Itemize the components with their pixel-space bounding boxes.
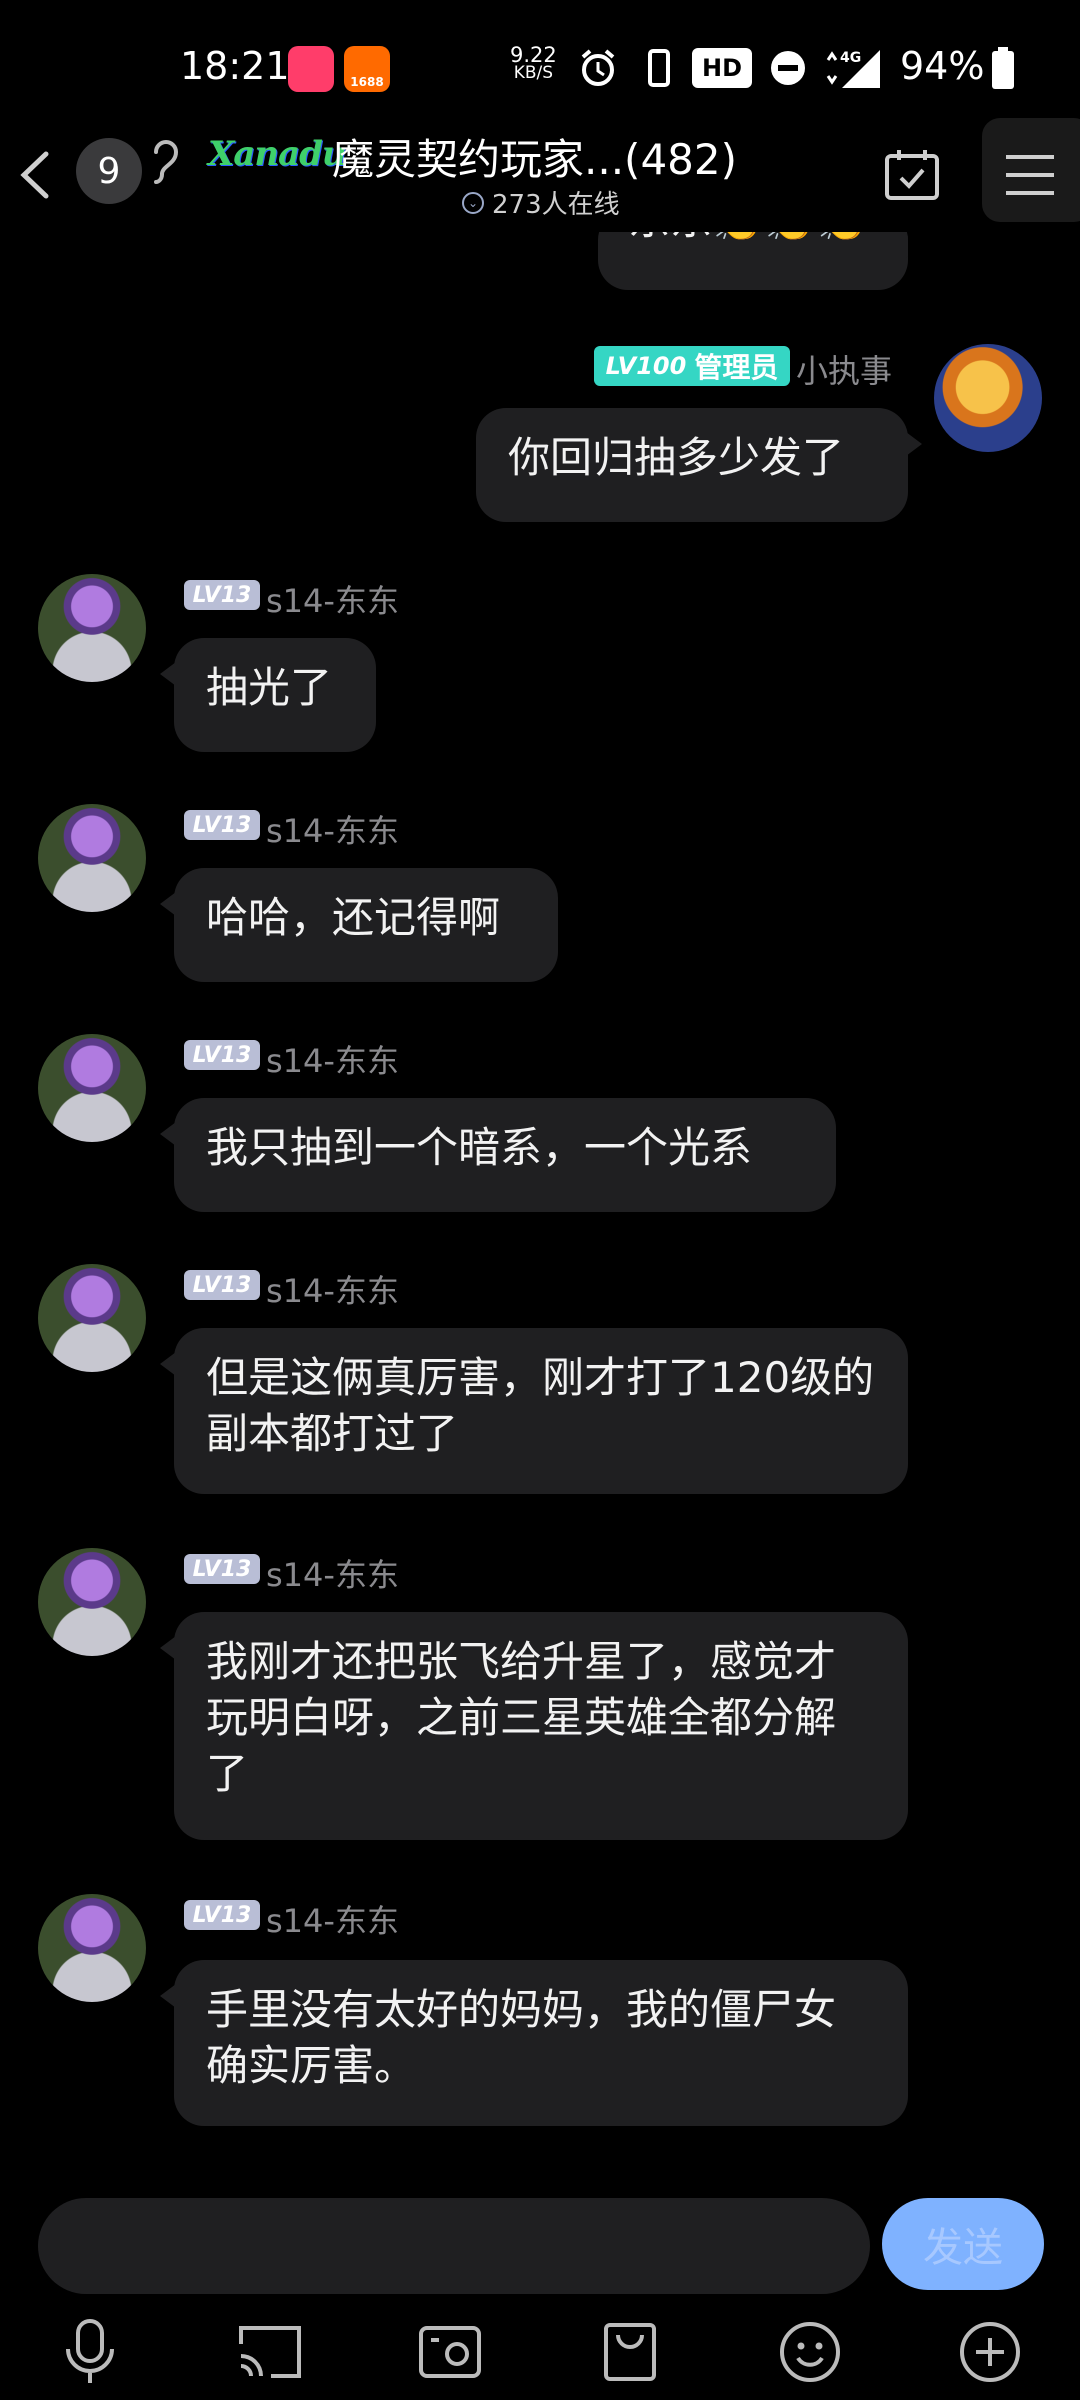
online-count[interactable]: ⌄ 273人在线 [462,184,620,221]
sender-nickname[interactable]: s14-东东 [266,1266,399,1312]
group-title[interactable]: 魔灵契约玩家...(482) [332,126,737,187]
message-bubble[interactable]: 抽光了 [160,638,376,752]
sender-nickname[interactable]: s14-东东 [266,576,399,622]
battery-icon [988,44,1018,92]
message-text: 但是这俩真厉害，刚才打了120级的副本都打过了 [206,1353,875,1458]
level-badge: LV13 [184,1900,260,1930]
menu-button[interactable] [990,140,1070,210]
message-bubble[interactable]: 我刚才还把张飞给升星了，感觉才玩明白呀，之前三星英雄全都分解了 [160,1612,908,1840]
hd-voice-icon: HD [692,48,752,88]
sender-nickname[interactable]: s14-东东 [266,1896,399,1942]
message-text: 东东👏👏👏 [628,210,869,244]
sender-nickname[interactable]: s14-东东 [266,1550,399,1596]
send-button[interactable]: 发送 [882,2198,1044,2290]
photo-icon[interactable] [412,2314,488,2390]
sender-nickname[interactable]: 小执事 [796,346,892,392]
message-text: 哈哈，还记得啊 [206,893,501,942]
level-badge: LV13 [184,1554,260,1584]
level-badge: LV13 [184,1040,260,1070]
message-bubble[interactable]: 我只抽到一个暗系，一个光系 [160,1098,836,1212]
kuaishou-app-icon [288,46,334,92]
status-bar: 18:21 1688 9.22 KB/S HD 4G 94% [0,0,1080,130]
avatar[interactable] [38,1034,146,1142]
signal-icon: 4G [820,44,884,92]
network-speed-value: 9.22 [510,43,557,67]
avatar[interactable] [38,1264,146,1372]
message-bubble[interactable]: 你回归抽多少发了 [476,408,922,522]
message-text: 我刚才还把张飞给升星了，感觉才玩明白呀，之前三星英雄全都分解了 [206,1637,837,1798]
avatar[interactable] [38,1548,146,1656]
level-badge: LV13 [184,1270,260,1300]
do-not-disturb-icon [768,44,808,92]
message-text: 我只抽到一个暗系，一个光系 [206,1123,753,1172]
alarm-icon [574,44,622,92]
avatar[interactable] [38,574,146,682]
level-badge: LV13 [184,580,260,610]
avatar[interactable] [38,1894,146,2002]
emoji-icon[interactable] [772,2314,848,2390]
avatar[interactable] [934,344,1042,452]
avatar[interactable] [38,804,146,912]
message-bubble[interactable]: 东东👏👏👏 [598,210,908,290]
shopping-bag-icon[interactable] [592,2314,668,2390]
mic-icon[interactable] [52,2314,128,2390]
back-button[interactable] [10,140,60,210]
message-bubble[interactable]: 手里没有太好的妈妈，我的僵尸女确实厉害。 [160,1960,908,2126]
plus-icon[interactable] [952,2314,1028,2390]
alibaba-1688-app-icon: 1688 [344,46,390,92]
vibrate-icon [644,44,674,92]
message-bubble[interactable]: 哈哈，还记得啊 [160,868,558,982]
network-speed-unit: KB/S [513,63,554,83]
group-logo: Xanadu [208,134,347,174]
chevron-down-icon: ⌄ [462,191,484,214]
message-input[interactable] [38,2198,870,2294]
message-text: 你回归抽多少发了 [508,433,845,482]
network-speed: 9.22 KB/S [510,43,557,83]
sender-nickname[interactable]: s14-东东 [266,806,399,852]
sender-nickname[interactable]: s14-东东 [266,1036,399,1082]
status-time: 18:21 [180,44,290,88]
level-badge-label: LV100 [605,352,687,380]
earpiece-mode-icon[interactable] [152,134,188,194]
message-text: 抽光了 [206,663,333,712]
unread-count-badge[interactable]: 9 [76,138,142,204]
app-icon-label: 1688 [350,75,384,89]
online-count-label: 273人在线 [492,190,620,220]
level-badge: LV13 [184,810,260,840]
check-in-calendar-button[interactable] [872,140,952,210]
message-text: 手里没有太好的妈妈，我的僵尸女确实厉害。 [206,1985,837,2090]
cast-icon[interactable] [232,2314,308,2390]
message-bubble[interactable]: 但是这俩真厉害，刚才打了120级的副本都打过了 [160,1328,908,1494]
admin-role-label: 管理员 [694,351,779,384]
battery-percent: 94% [900,44,985,88]
admin-badge: LV100 管理员 [594,346,790,386]
network-type-label: 4G [840,50,861,66]
